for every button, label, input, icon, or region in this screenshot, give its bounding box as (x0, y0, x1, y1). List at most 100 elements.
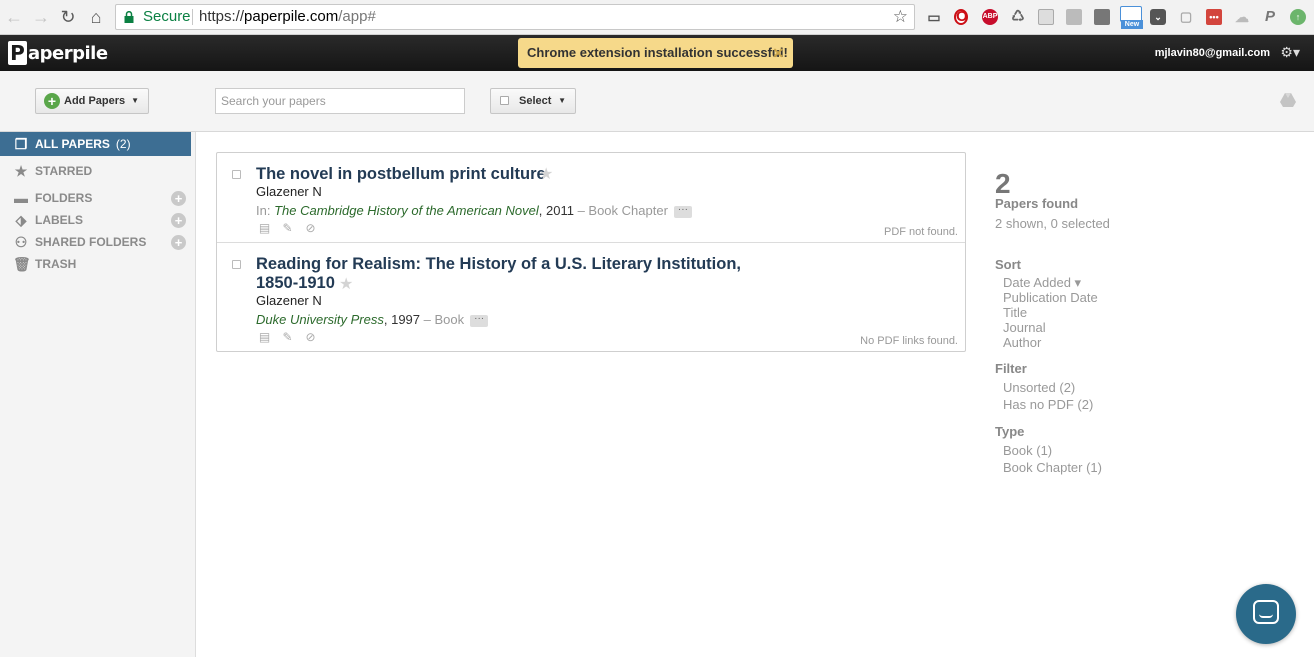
action-bar (0, 71, 1314, 132)
paper-title[interactable]: The novel in postbellum print culture (256, 165, 546, 184)
url-separator (192, 9, 193, 25)
sort-heading: Sort (995, 257, 1021, 272)
add-shared-folder-icon[interactable]: + (171, 235, 186, 250)
notice-text: Chrome extension installation successful… (527, 45, 788, 60)
new-badge-icon[interactable]: New (1120, 6, 1143, 29)
all-papers-label: ALL PAPERS (35, 137, 110, 151)
logo-text: aperpile (28, 42, 108, 64)
google-drive-icon[interactable] (1280, 92, 1296, 108)
opera-icon[interactable]: O (954, 9, 968, 25)
type-option-book[interactable]: Book (1) (1003, 443, 1052, 458)
chat-icon (1253, 600, 1279, 624)
filter-option-no-pdf[interactable]: Has no PDF (2) (1003, 397, 1093, 412)
all-papers-count: (2) (115, 137, 131, 151)
chat-launcher-button[interactable] (1236, 584, 1296, 644)
notes-icon[interactable]: ▤ (258, 331, 271, 344)
list-item[interactable]: Reading for Realism: The History of a U.… (217, 243, 965, 351)
sort-option-date-added[interactable]: Date Added ▾ (1003, 275, 1081, 291)
upload-icon[interactable]: ↑ (1290, 9, 1306, 25)
lock-icon (124, 11, 134, 23)
venue-source[interactable]: The Cambridge History of the American No… (274, 203, 539, 218)
sidebar-item-labels[interactable]: ⬗ LABELS + (0, 208, 191, 232)
gear-icon[interactable]: ⚙▾ (1280, 44, 1300, 61)
paper-author: Glazener N (256, 293, 322, 308)
close-icon[interactable]: ✕ (772, 38, 784, 68)
venue-source[interactable]: Duke University Press (256, 312, 384, 327)
tag-icon: ⬗ (15, 212, 27, 228)
paperclip-icon[interactable]: ⊘ (304, 222, 317, 235)
paper-tools: ▤ ✎ ⊘ (258, 331, 317, 344)
paper-title[interactable]: Reading for Realism: The History of a U.… (256, 255, 741, 293)
papers-icon: ❐ (14, 136, 28, 152)
chevron-down-icon: ▼ (131, 96, 139, 105)
doc-icon[interactable] (1038, 9, 1054, 25)
chat-ext-icon[interactable]: ▢ (1178, 9, 1194, 25)
more-icon[interactable]: ··· (673, 204, 692, 218)
bookmark-star-icon[interactable]: ☆ (893, 5, 908, 29)
pdf-status: No PDF links found. (860, 335, 958, 347)
notes-icon[interactable]: ▤ (258, 222, 271, 235)
select-button[interactable]: Select ▼ (490, 88, 576, 114)
sidebar-item-trash[interactable]: 🗑 TRASH (0, 252, 191, 276)
back-arrow-icon[interactable]: ← (4, 7, 24, 27)
plus-icon: + (44, 93, 60, 109)
ext-icon[interactable] (1094, 9, 1110, 25)
paperpile-ext-icon[interactable]: P (1262, 9, 1278, 25)
more-icon[interactable]: ··· (470, 313, 489, 327)
forward-arrow-icon[interactable]: → (31, 7, 51, 27)
filter-option-unsorted[interactable]: Unsorted (2) (1003, 380, 1075, 395)
sidebar-item-folders[interactable]: ▬ FOLDERS + (0, 186, 191, 210)
reload-icon[interactable]: ↻ (58, 7, 78, 27)
users-icon: ⚇ (14, 234, 28, 250)
add-label-icon[interactable]: + (171, 213, 186, 228)
papers-found-label: Papers found (995, 196, 1079, 211)
sort-option-publication-date[interactable]: Publication Date (1003, 290, 1098, 305)
add-folder-icon[interactable]: + (171, 191, 186, 206)
url-domain: paperpile.com (244, 8, 339, 25)
home-icon[interactable]: ⌂ (86, 7, 106, 27)
cast-icon[interactable]: ▭ (926, 9, 942, 25)
filter-heading: Filter (995, 361, 1027, 376)
sidebar-item-label: TRASH (35, 257, 77, 271)
address-bar[interactable]: Secure https://paperpile.com/app# ☆ (115, 4, 915, 30)
star-icon: ★ (14, 163, 28, 179)
select-checkbox (500, 96, 509, 105)
lastpass-icon[interactable]: ••• (1206, 9, 1222, 25)
paper-list: The novel in postbellum print culture ★ … (216, 152, 966, 352)
pocket-icon[interactable]: ⌄ (1150, 9, 1166, 25)
sidebar-item-all-papers[interactable]: ❐ ALL PAPERS (2) (0, 132, 191, 156)
shown-selected-label: 2 shown, 0 selected (995, 216, 1110, 231)
paper-checkbox[interactable] (232, 260, 241, 269)
pencil-icon[interactable]: ✎ (281, 222, 294, 235)
recycle-icon[interactable]: ♺ (1010, 9, 1026, 25)
abp-icon[interactable]: ABP (982, 9, 998, 25)
paper-checkbox[interactable] (232, 170, 241, 179)
sidebar-item-label: ALL PAPERS (2) (35, 132, 131, 156)
cloud-icon[interactable]: ☁ (1234, 9, 1250, 25)
url-text: https://paperpile.com/app# (199, 5, 376, 29)
type-option-book-chapter[interactable]: Book Chapter (1) (1003, 460, 1102, 475)
paperclip-icon[interactable]: ⊘ (304, 331, 317, 344)
sort-option-author[interactable]: Author (1003, 335, 1041, 350)
extension-notice: Chrome extension installation successful… (518, 38, 793, 68)
sidebar-item-starred[interactable]: ★ STARRED (0, 159, 191, 183)
venue-type: – Book (420, 312, 465, 327)
user-email[interactable]: mjlavin80@gmail.com (1155, 47, 1270, 59)
secure-label: Secure (143, 8, 191, 25)
add-papers-button[interactable]: + Add Papers ▼ (35, 88, 149, 114)
paper-venue: Duke University Press, 1997 – Book ··· (256, 312, 489, 327)
chat-smile-icon (1259, 614, 1273, 618)
sidebar-item-shared-folders[interactable]: ⚇ SHARED FOLDERS + (0, 230, 191, 254)
list-item[interactable]: The novel in postbellum print culture ★ … (217, 153, 965, 243)
sort-option-journal[interactable]: Journal (1003, 320, 1046, 335)
paperpile-logo[interactable]: P aperpile (8, 40, 108, 66)
paper-title-line2: 1850-1910 (256, 274, 335, 292)
pencil-icon[interactable]: ✎ (281, 331, 294, 344)
star-icon[interactable]: ★ (539, 164, 553, 184)
star-icon[interactable]: ★ (339, 274, 353, 294)
search-input[interactable] (215, 88, 465, 114)
venue-year: , 2011 (538, 203, 574, 218)
paper-title-line1: Reading for Realism: The History of a U.… (256, 255, 741, 273)
sort-option-title[interactable]: Title (1003, 305, 1027, 320)
news-icon[interactable] (1066, 9, 1082, 25)
